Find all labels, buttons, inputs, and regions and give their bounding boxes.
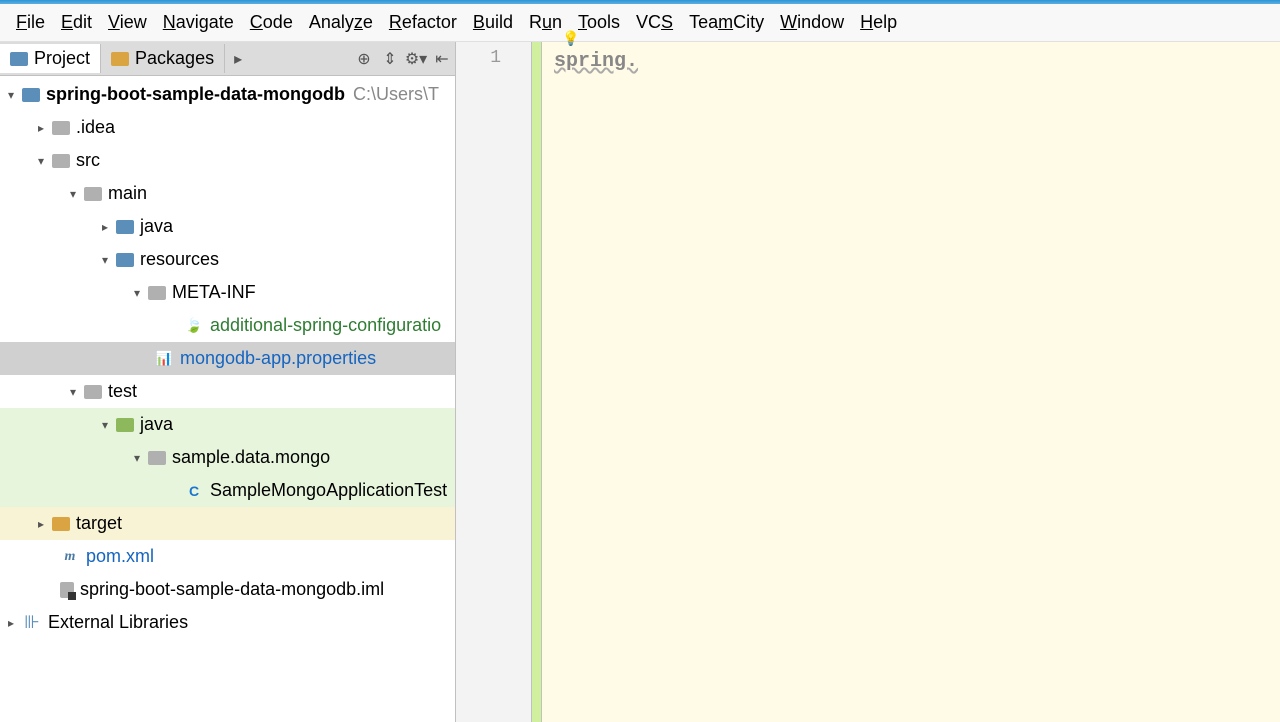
menu-teamcity[interactable]: TeamCity [681, 8, 772, 37]
tree-java-test-label: java [140, 414, 173, 435]
source-folder-icon [116, 220, 134, 234]
tree-test-class[interactable]: C SampleMongoApplicationTest [0, 474, 455, 507]
chevron-right-icon[interactable]: ▸ [34, 517, 48, 531]
folder-icon [84, 187, 102, 201]
hide-icon[interactable]: ⇤ [429, 46, 455, 72]
tree-metainf[interactable]: ▾ META-INF [0, 276, 455, 309]
tree-iml-label: spring-boot-sample-data-mongodb.iml [80, 579, 384, 600]
project-tree: ▾ spring-boot-sample-data-mongodb C:\Use… [0, 76, 455, 639]
tree-resources-label: resources [140, 249, 219, 270]
folder-icon [148, 286, 166, 300]
tree-pom[interactable]: m pom.xml [0, 540, 455, 573]
chevron-down-icon[interactable]: ▾ [130, 451, 144, 465]
tree-java-main[interactable]: ▸ java [0, 210, 455, 243]
menu-bar: File Edit View Navigate Code Analyze Ref… [0, 4, 1280, 42]
tree-root-label: spring-boot-sample-data-mongodb [46, 84, 345, 105]
project-folder-icon [22, 88, 40, 102]
project-icon [10, 52, 28, 66]
editor-content[interactable]: spring. [542, 42, 1280, 722]
tree-pom-label: pom.xml [86, 546, 154, 567]
menu-view[interactable]: View [100, 8, 155, 37]
maven-icon: m [60, 549, 80, 565]
menu-code[interactable]: Code [242, 8, 301, 37]
menu-help[interactable]: Help [852, 8, 905, 37]
chevron-right-icon[interactable]: ▸ [4, 616, 18, 630]
vcs-gutter-icon [532, 42, 542, 722]
iml-file-icon [60, 582, 74, 598]
editor-pane[interactable]: 1 spring. [456, 42, 1280, 722]
tree-resources[interactable]: ▾ resources [0, 243, 455, 276]
menu-refactor[interactable]: Refactor [381, 8, 465, 37]
tree-java-main-label: java [140, 216, 173, 237]
tab-packages[interactable]: Packages [101, 44, 225, 73]
chevron-down-icon[interactable]: ▾ [66, 385, 80, 399]
tab-project-label: Project [34, 48, 90, 69]
tree-metainf-label: META-INF [172, 282, 256, 303]
tree-src-label: src [76, 150, 100, 171]
editor-text: spring. [554, 50, 638, 73]
folder-icon [84, 385, 102, 399]
tree-root[interactable]: ▾ spring-boot-sample-data-mongodb C:\Use… [0, 78, 455, 111]
tree-main-label: main [108, 183, 147, 204]
tree-root-path: C:\Users\T [353, 84, 439, 105]
tree-target[interactable]: ▸ target [0, 507, 455, 540]
tree-additional-spring-label: additional-spring-configuratio [210, 315, 441, 336]
tree-sample-pkg[interactable]: ▾ sample.data.mongo [0, 441, 455, 474]
tree-target-label: target [76, 513, 122, 534]
line-number: 1 [456, 48, 531, 68]
libraries-icon: ⊪ [22, 615, 42, 631]
menu-window[interactable]: Window [772, 8, 852, 37]
tree-additional-spring[interactable]: 🍃 additional-spring-configuratio [0, 309, 455, 342]
chevron-down-icon[interactable]: ▾ [130, 286, 144, 300]
tree-iml[interactable]: spring-boot-sample-data-mongodb.iml [0, 573, 455, 606]
package-icon [111, 52, 129, 66]
chevron-down-icon[interactable]: ▾ [98, 418, 112, 432]
tree-external-label: External Libraries [48, 612, 188, 633]
menu-vcs[interactable]: VCS [628, 8, 681, 37]
tree-test-class-label: SampleMongoApplicationTest [210, 480, 447, 501]
tree-mongodb-props-label: mongodb-app.properties [180, 348, 376, 369]
tab-packages-label: Packages [135, 48, 214, 69]
excluded-folder-icon [52, 517, 70, 531]
folder-icon [52, 121, 70, 135]
editor-gutter: 1 [456, 42, 532, 722]
chevron-down-icon[interactable]: ▾ [34, 154, 48, 168]
intention-bulb-icon[interactable]: 💡 [562, 30, 579, 47]
package-icon [148, 451, 166, 465]
collapse-icon[interactable]: ⇕ [377, 46, 403, 72]
project-sidebar: Project Packages ▸ ⊕ ⇕ ⚙▾ ⇤ ▾ spring-boo… [0, 42, 456, 722]
tree-src[interactable]: ▾ src [0, 144, 455, 177]
chevron-right-icon[interactable]: ▸ [98, 220, 112, 234]
menu-file[interactable]: File [8, 8, 53, 37]
test-folder-icon [116, 418, 134, 432]
tab-project[interactable]: Project [0, 44, 101, 73]
tree-test[interactable]: ▾ test [0, 375, 455, 408]
tool-window-tabs: Project Packages ▸ ⊕ ⇕ ⚙▾ ⇤ [0, 42, 455, 76]
menu-navigate[interactable]: Navigate [155, 8, 242, 37]
spring-config-icon: 🍃 [184, 318, 204, 334]
chevron-down-icon[interactable]: ▾ [98, 253, 112, 267]
chevron-down-icon[interactable]: ▾ [66, 187, 80, 201]
locate-icon[interactable]: ⊕ [351, 46, 377, 72]
menu-edit[interactable]: Edit [53, 8, 100, 37]
tree-test-label: test [108, 381, 137, 402]
tree-sample-pkg-label: sample.data.mongo [172, 447, 330, 468]
menu-analyze[interactable]: Analyze [301, 8, 381, 37]
folder-icon [52, 154, 70, 168]
tree-idea[interactable]: ▸ .idea [0, 111, 455, 144]
chevron-down-icon[interactable]: ▾ [4, 88, 18, 102]
tree-main[interactable]: ▾ main [0, 177, 455, 210]
class-icon: C [184, 483, 204, 499]
tree-mongodb-props[interactable]: 📊 mongodb-app.properties [0, 342, 455, 375]
properties-file-icon: 📊 [154, 351, 174, 367]
tree-idea-label: .idea [76, 117, 115, 138]
resources-folder-icon [116, 253, 134, 267]
expand-arrow-icon[interactable]: ▸ [225, 46, 251, 72]
chevron-right-icon[interactable]: ▸ [34, 121, 48, 135]
tree-java-test[interactable]: ▾ java [0, 408, 455, 441]
menu-build[interactable]: Build [465, 8, 521, 37]
gear-icon[interactable]: ⚙▾ [403, 46, 429, 72]
tree-external-libs[interactable]: ▸ ⊪ External Libraries [0, 606, 455, 639]
